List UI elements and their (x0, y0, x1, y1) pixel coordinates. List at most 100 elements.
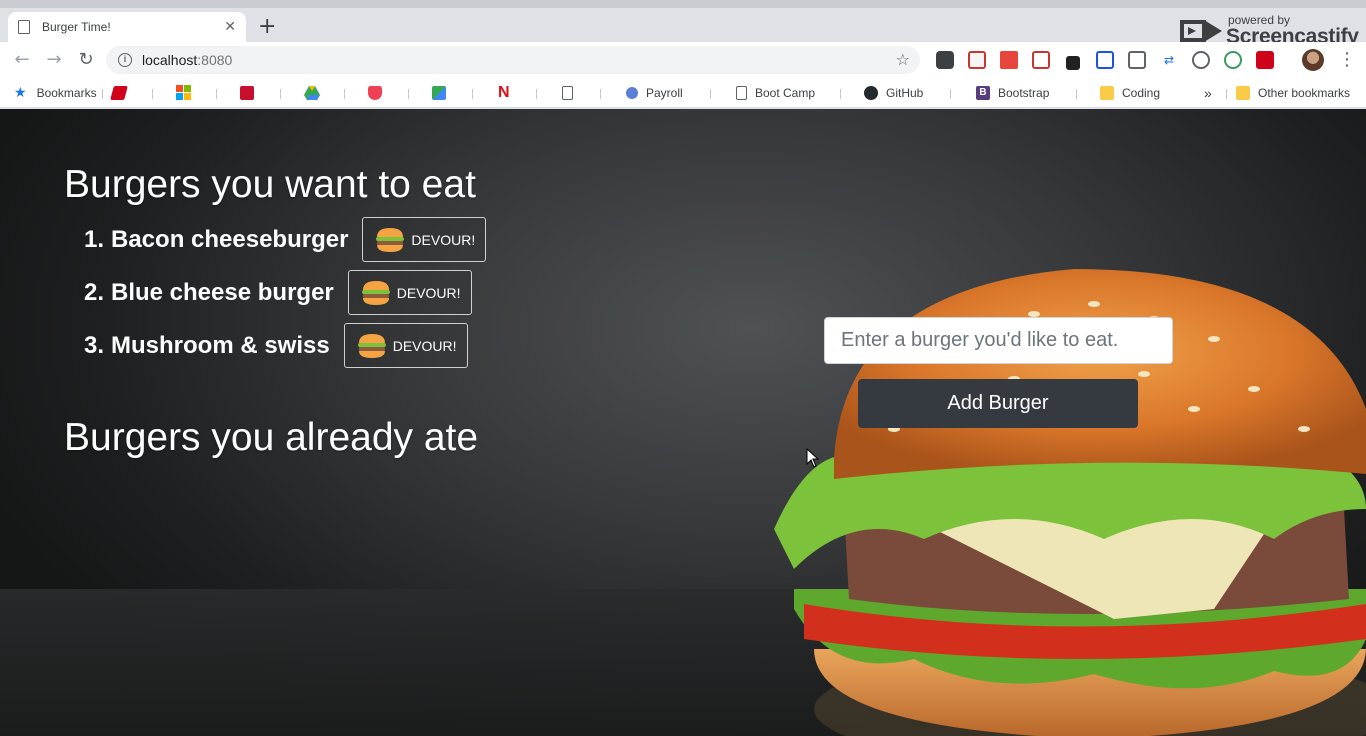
list-item: 1. Bacon cheeseburger DEVOUR! (76, 213, 487, 266)
bookmark-star-icon[interactable]: ☆ (896, 50, 910, 69)
browser-tab[interactable]: Burger Time! ✕ (8, 12, 246, 42)
stl-icon (240, 86, 254, 100)
separator (408, 89, 409, 99)
burger-icon (361, 280, 390, 305)
devour-button[interactable]: DEVOUR! (347, 270, 472, 315)
eyedropper-extension-icon[interactable] (1066, 56, 1080, 70)
forward-icon[interactable]: → (44, 50, 64, 70)
devour-label: DEVOUR! (411, 231, 476, 248)
burger-name: Bacon cheeseburger (111, 225, 349, 253)
url-port: :8080 (197, 52, 233, 68)
pdf-extension-icon[interactable] (968, 51, 986, 69)
windows-icon (176, 85, 191, 100)
separator (840, 89, 841, 99)
reload-icon[interactable]: ↻ (76, 50, 96, 70)
page-icon (562, 86, 573, 100)
list-number: 3. (83, 331, 104, 359)
bookmark-coding[interactable]: Coding (1100, 84, 1160, 102)
want-to-eat-heading: Burgers you want to eat (64, 163, 476, 206)
google-maps-icon (432, 86, 446, 100)
crop-extension-icon[interactable] (1096, 51, 1114, 69)
burger-name: Blue cheese burger (111, 278, 334, 306)
info-icon[interactable]: i (118, 53, 132, 67)
bootstrap-icon: B (976, 86, 990, 100)
circle-icon (626, 87, 638, 99)
google-drive-icon (304, 86, 320, 100)
list-item: 3. Mushroom & swiss DEVOUR! (76, 319, 486, 372)
page-background: Burgers you want to eat 1. Bacon cheeseb… (0, 109, 1366, 736)
code-extension-icon[interactable] (1192, 51, 1210, 69)
menu-icon[interactable]: ⋮ (1338, 48, 1356, 72)
bookmark-espn[interactable] (110, 84, 134, 102)
bookmark-label: Bootstrap (998, 86, 1050, 100)
add-burger-button[interactable]: Add Burger (858, 379, 1138, 428)
bookmark-label: Coding (1122, 86, 1161, 100)
pocket-extension-icon[interactable] (936, 51, 954, 69)
bookmark-label: Other bookmarks (1258, 86, 1351, 100)
bookmark-pocket[interactable] (368, 84, 390, 102)
add-burger-form: Add Burger (824, 317, 1173, 428)
bookmark-netflix[interactable]: N (498, 84, 510, 102)
list-number: 1. (83, 225, 104, 253)
burger-icon (376, 227, 405, 252)
new-tab-button[interactable]: + (258, 16, 276, 38)
page-icon (736, 86, 747, 100)
separator (216, 89, 217, 99)
bookmark-google-drive[interactable] (304, 84, 320, 102)
burger-name: Mushroom & swiss (111, 331, 330, 359)
avatar[interactable] (1302, 49, 1324, 71)
bookmark-label: Boot Camp (755, 86, 816, 100)
separator (1226, 89, 1227, 99)
tab-strip: Burger Time! ✕ + powered by Screencastif… (0, 0, 1366, 48)
star-icon: ★ (14, 85, 27, 101)
burger-icon (357, 333, 386, 358)
close-icon[interactable]: ✕ (224, 19, 236, 35)
screenshot-extension-icon[interactable] (1128, 51, 1146, 69)
bookmark-label: Payroll (646, 86, 683, 100)
bookmark-bookmarks[interactable]: ★ Bookmarks (14, 84, 97, 102)
devour-label: DEVOUR! (396, 284, 461, 301)
bookmark-label: GitHub (886, 86, 924, 100)
bookmark-other[interactable]: Other bookmarks (1236, 84, 1350, 102)
burger-name-input[interactable] (824, 317, 1173, 364)
uneaten-burger-list: 1. Bacon cheeseburger DEVOUR! 2. Blue ch… (76, 213, 487, 372)
mouse-cursor-icon (806, 448, 820, 468)
bookmark-github[interactable]: GitHub (864, 84, 923, 102)
burger-hero-image (774, 269, 1366, 736)
arrows-extension-icon[interactable]: ⇄ (1160, 51, 1178, 69)
bookmark-stl[interactable] (240, 84, 262, 102)
separator (152, 89, 153, 99)
separator (1076, 89, 1077, 99)
bookmark-google-maps[interactable] (432, 84, 454, 102)
separator (344, 89, 345, 99)
mcafee-extension-icon[interactable] (1032, 51, 1050, 69)
cors-extension-icon[interactable] (1256, 51, 1274, 69)
node-extension-icon[interactable] (1224, 51, 1242, 69)
chevron-right-icon: » (1204, 85, 1212, 101)
netflix-icon: N (498, 84, 510, 101)
folder-icon (1236, 86, 1250, 100)
back-icon[interactable]: ← (12, 50, 32, 70)
bookmark-boot-camp[interactable]: Boot Camp (736, 84, 815, 102)
devour-button[interactable]: DEVOUR! (362, 217, 487, 262)
office-extension-icon[interactable] (1000, 51, 1018, 69)
separator (280, 89, 281, 99)
github-icon (864, 86, 878, 100)
separator (950, 89, 951, 99)
devour-button[interactable]: DEVOUR! (343, 323, 468, 368)
folder-icon (1100, 86, 1114, 100)
separator (102, 89, 103, 99)
bookmarks-overflow-button[interactable]: » (1204, 84, 1212, 102)
separator (710, 89, 711, 99)
browser-toolbar: ← → ↻ i localhost:8080 ☆ ⇄ ⋮ (0, 42, 1366, 78)
bookmark-page[interactable] (562, 84, 581, 102)
bookmark-bootstrap[interactable]: B Bootstrap (976, 84, 1049, 102)
bookmark-windows[interactable] (176, 84, 192, 102)
devour-label: DEVOUR! (392, 337, 457, 354)
bookmarks-bar: ★ Bookmarks N Payroll Boot Camp GitHub B… (0, 78, 1366, 108)
page-icon (18, 20, 30, 34)
address-bar[interactable]: i localhost:8080 ☆ (106, 46, 920, 74)
bookmark-payroll[interactable]: Payroll (626, 84, 683, 102)
separator (600, 89, 601, 99)
list-item: 2. Blue cheese burger DEVOUR! (76, 266, 486, 319)
